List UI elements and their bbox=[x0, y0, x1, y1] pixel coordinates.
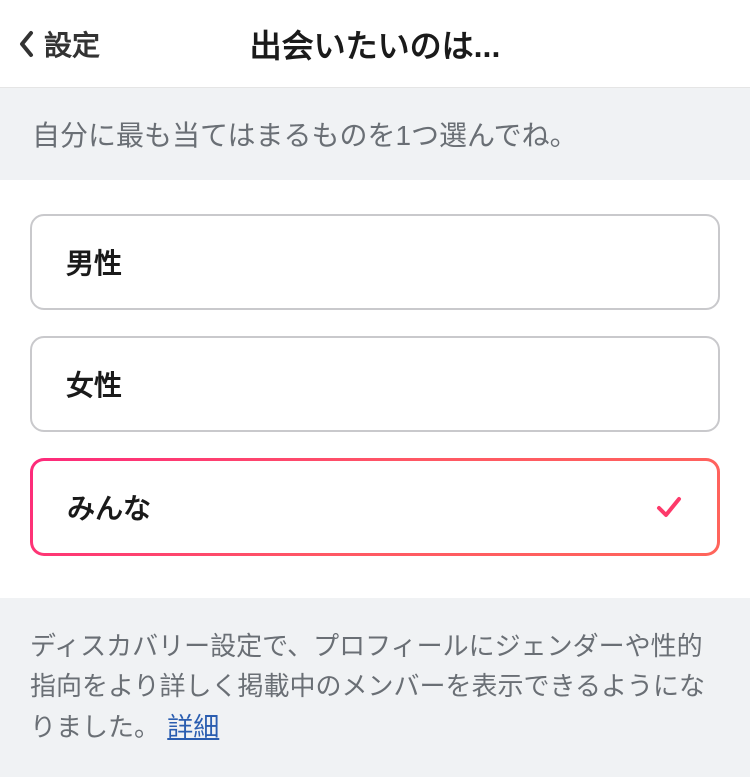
option-everyone[interactable]: みんな bbox=[30, 458, 720, 556]
option-male[interactable]: 男性 bbox=[30, 214, 720, 310]
back-label: 設定 bbox=[44, 24, 100, 64]
footer-note: ディスカバリー設定で、プロフィールにジェンダーや性的指向をより詳しく掲載中のメン… bbox=[0, 598, 750, 777]
options-list: 男性 女性 みんな bbox=[0, 180, 750, 556]
footer-text: ディスカバリー設定で、プロフィールにジェンダーや性的指向をより詳しく掲載中のメン… bbox=[30, 631, 705, 742]
option-label: 男性 bbox=[66, 242, 122, 282]
chevron-left-icon bbox=[18, 30, 34, 58]
instruction-text: 自分に最も当てはまるものを1つ選んでね。 bbox=[0, 88, 750, 180]
option-female[interactable]: 女性 bbox=[30, 336, 720, 432]
option-label: みんな bbox=[67, 487, 151, 527]
option-label: 女性 bbox=[66, 364, 122, 404]
back-button[interactable]: 設定 bbox=[0, 24, 100, 64]
page-title: 出会いたいのは... bbox=[0, 21, 750, 67]
checkmark-icon bbox=[655, 493, 683, 521]
details-link[interactable]: 詳細 bbox=[167, 712, 219, 742]
header: 設定 出会いたいのは... bbox=[0, 0, 750, 88]
